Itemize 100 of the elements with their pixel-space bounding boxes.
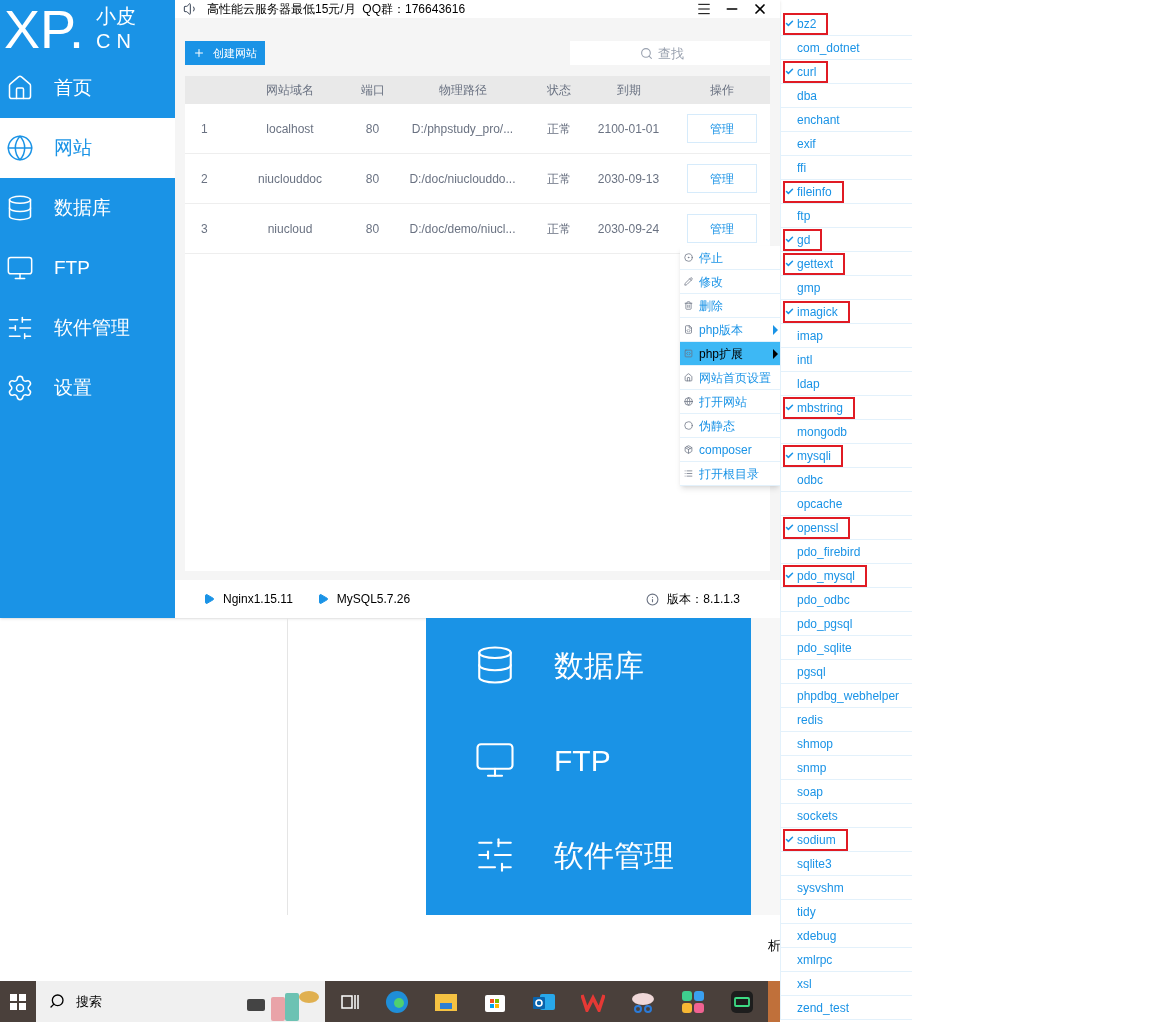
extension-item[interactable]: pdo_firebird: [781, 540, 912, 564]
extension-item[interactable]: gmp: [781, 276, 912, 300]
extension-item[interactable]: pgsql: [781, 660, 912, 684]
screenshot-label: 数据库: [554, 647, 644, 684]
extension-item[interactable]: exif: [781, 132, 912, 156]
extension-name: pgsql: [797, 663, 826, 681]
extension-item[interactable]: sysvshm: [781, 876, 912, 900]
close-icon[interactable]: [752, 1, 768, 17]
manage-button[interactable]: 管理: [686, 114, 757, 143]
extension-name: mongodb: [797, 423, 848, 441]
extension-item[interactable]: xdebug: [781, 924, 912, 948]
stray-text: 析: [768, 937, 781, 955]
extension-item[interactable]: openssl: [781, 516, 912, 540]
sidebar-item[interactable]: FTP: [0, 238, 175, 298]
pencil-icon: [684, 277, 693, 286]
dot-circle-icon: [684, 253, 693, 262]
extension-item[interactable]: dba: [781, 84, 912, 108]
menu-item[interactable]: php扩展: [680, 342, 780, 366]
extension-name: bz2: [797, 15, 817, 33]
extension-item[interactable]: phpdbg_webhelper: [781, 684, 912, 708]
extension-name: tidy: [797, 903, 816, 921]
extension-item[interactable]: snmp: [781, 756, 912, 780]
sidebar-item[interactable]: 软件管理: [0, 298, 175, 358]
extension-name: imagick: [797, 303, 838, 321]
extension-item[interactable]: xmlrpc: [781, 948, 912, 972]
extension-name: pdo_sqlite: [797, 639, 852, 657]
check-icon: [785, 67, 794, 76]
extension-item[interactable]: tidy: [781, 900, 912, 924]
sidebar-item[interactable]: 数据库: [0, 178, 175, 238]
extension-item[interactable]: zend_test: [781, 996, 912, 1020]
play-icon: [203, 593, 215, 605]
extension-item[interactable]: mongodb: [781, 420, 912, 444]
extension-name: xsl: [797, 975, 812, 993]
extension-name: ldap: [797, 375, 820, 393]
create-site-button[interactable]: 创建网站: [185, 41, 265, 65]
extension-item[interactable]: ftp: [781, 204, 912, 228]
manage-button[interactable]: 管理: [686, 214, 757, 243]
windows-icon: [10, 993, 26, 1010]
extension-name: mysqli: [797, 447, 831, 465]
extension-item[interactable]: mbstring: [781, 396, 912, 420]
taskbar-search[interactable]: 搜索: [36, 981, 325, 1022]
service-label: Nginx1.15.11: [223, 591, 293, 608]
table-cell-text: niucloud: [266, 220, 314, 238]
check-icon: [785, 307, 794, 316]
terminal-icon[interactable]: [730, 989, 754, 1014]
extension-item[interactable]: ldap: [781, 372, 912, 396]
extension-item[interactable]: intl: [781, 348, 912, 372]
extension-item[interactable]: redis: [781, 708, 912, 732]
extension-item[interactable]: xsl: [781, 972, 912, 996]
extension-item[interactable]: soap: [781, 780, 912, 804]
extension-item[interactable]: sodium: [781, 828, 912, 852]
search-field[interactable]: 查找: [570, 41, 770, 65]
extension-item[interactable]: sqlite3: [781, 852, 912, 876]
tiles-icon[interactable]: [681, 989, 705, 1014]
sidebar-item[interactable]: 设置: [0, 358, 175, 418]
extension-item[interactable]: ffi: [781, 156, 912, 180]
check-icon: [785, 451, 794, 460]
extension-item[interactable]: bz2: [781, 12, 912, 36]
extension-item[interactable]: pdo_pgsql: [781, 612, 912, 636]
manage-button[interactable]: 管理: [686, 164, 757, 193]
extension-item[interactable]: fileinfo: [781, 180, 912, 204]
column-header: 状态: [545, 82, 572, 99]
notice-text: 高性能云服务器最低15元/月 QQ群：176643616: [207, 1, 466, 18]
extension-name: exif: [797, 135, 816, 153]
extension-item[interactable]: pdo_sqlite: [781, 636, 912, 660]
extension-name: gettext: [797, 255, 834, 273]
table-cell-text: 80: [364, 120, 381, 138]
task-view-icon[interactable]: [340, 992, 360, 1011]
screenshot-label: 软件管理: [554, 837, 674, 874]
file-code-icon: [684, 325, 693, 334]
extension-item[interactable]: shmop: [781, 732, 912, 756]
table-cell-text: 正常: [545, 170, 572, 188]
table-cell-text: 1: [200, 120, 209, 138]
extension-item[interactable]: odbc: [781, 468, 912, 492]
extension-item[interactable]: gettext: [781, 252, 912, 276]
sidebar-item[interactable]: 首页: [0, 58, 175, 118]
trash-icon: [684, 301, 693, 310]
extension-item[interactable]: mysqli: [781, 444, 912, 468]
extension-item[interactable]: opcache: [781, 492, 912, 516]
extension-item[interactable]: imagick: [781, 300, 912, 324]
table-cell-text: niuclouddoc: [256, 170, 324, 188]
extension-item[interactable]: gd: [781, 228, 912, 252]
home-icon: [6, 74, 34, 102]
sidebar-item[interactable]: 网站: [0, 118, 175, 178]
extension-item[interactable]: pdo_mysql: [781, 564, 912, 588]
extension-item[interactable]: pdo_odbc: [781, 588, 912, 612]
extension-item[interactable]: imap: [781, 324, 912, 348]
extension-name: sysvshm: [797, 879, 844, 897]
logo-domain: CN: [96, 29, 137, 54]
extension-name: mbstring: [797, 399, 843, 417]
extension-item[interactable]: com_dotnet: [781, 36, 912, 60]
package-icon: [684, 445, 693, 454]
table-cell-text: D:/doc/demo/niucl...: [408, 220, 517, 238]
search-icon: [640, 47, 653, 60]
extension-item[interactable]: sockets: [781, 804, 912, 828]
extension-item[interactable]: enchant: [781, 108, 912, 132]
menu-icon[interactable]: [696, 1, 712, 17]
extension-item[interactable]: curl: [781, 60, 912, 84]
browser-icon[interactable]: [385, 989, 409, 1014]
logo-name: 小皮: [96, 4, 137, 29]
